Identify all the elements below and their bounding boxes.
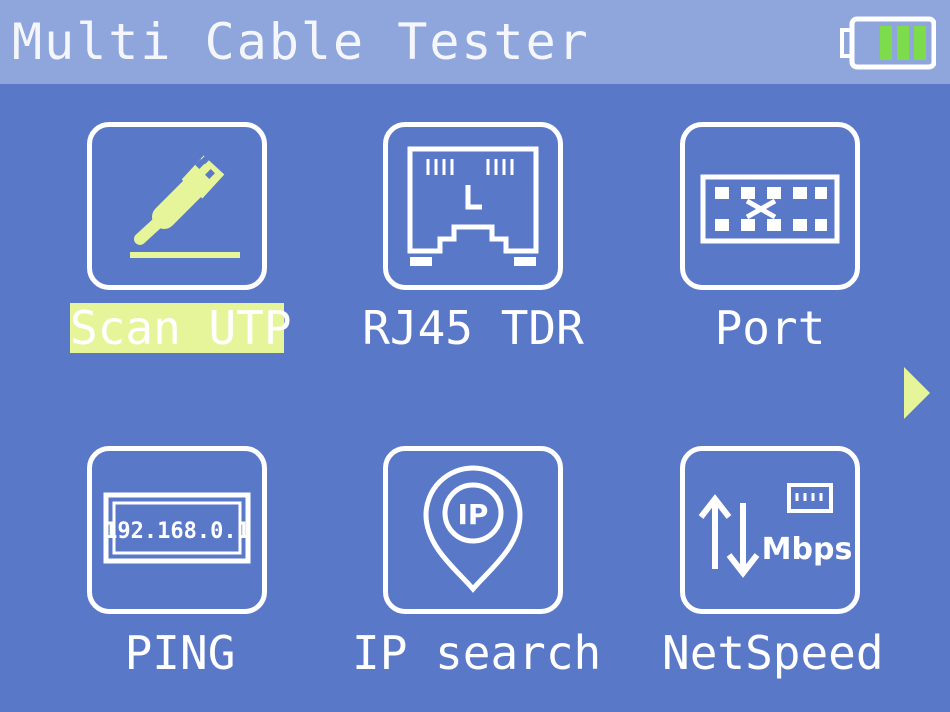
netspeed-icon: Mbps	[698, 483, 853, 578]
port-button[interactable]	[680, 122, 860, 290]
port-grid-icon	[700, 174, 840, 244]
netspeed-label[interactable]: NetSpeed	[662, 628, 884, 678]
svg-text:IP: IP	[458, 498, 489, 531]
rj45-tdr-label[interactable]: RJ45 TDR	[358, 303, 588, 353]
ping-button[interactable]: 192.168.0.1	[87, 446, 267, 614]
port-label[interactable]: Port	[700, 303, 840, 353]
svg-text:Mbps: Mbps	[762, 532, 853, 567]
ip-pin-icon: IP	[423, 465, 523, 593]
svg-text:192.168.0.1: 192.168.0.1	[104, 519, 250, 544]
ip-search-label[interactable]: IP search	[352, 628, 601, 678]
rj45-tdr-button[interactable]	[383, 122, 563, 290]
ip-display-icon: 192.168.0.1	[103, 492, 251, 564]
app-title: Multi Cable Tester	[12, 13, 590, 71]
cable-plug-icon	[130, 151, 240, 258]
scan-utp-label[interactable]: Scan UTP	[70, 303, 292, 353]
netspeed-button[interactable]: Mbps	[680, 446, 860, 614]
cable-tester-screen: Multi Cable Tester Scan UTP RJ45 TDR Por…	[0, 0, 950, 712]
title-bar: Multi Cable Tester	[0, 0, 950, 84]
rj45-port-icon	[407, 146, 539, 266]
ping-label[interactable]: PING	[110, 628, 250, 678]
ip-search-button[interactable]: IP	[383, 446, 563, 614]
triangle-right-icon[interactable]	[902, 365, 932, 421]
battery-icon	[840, 16, 936, 70]
scan-utp-button[interactable]	[87, 122, 267, 290]
